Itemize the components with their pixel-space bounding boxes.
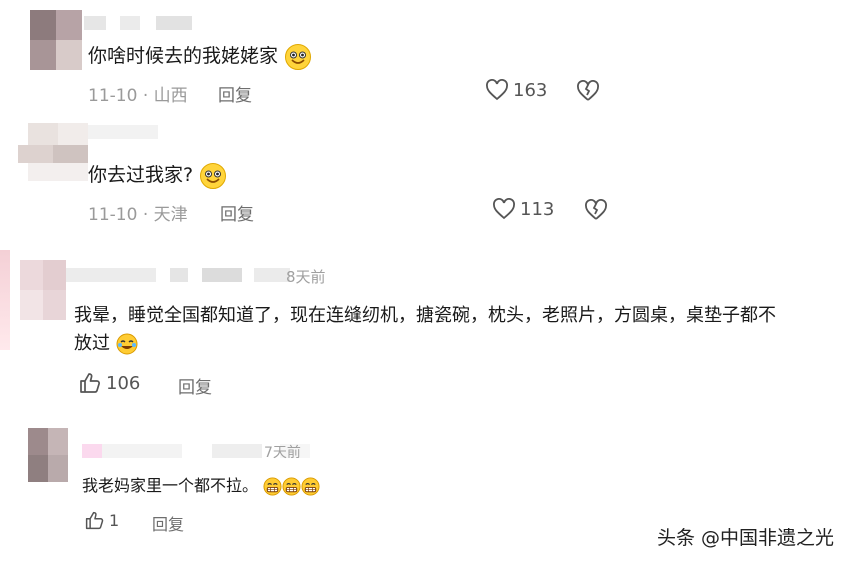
comment-text-line-1: 我晕，睡觉全国都知道了，现在连缝纫机，搪瓷碗，枕头，老照片，方圆桌，桌垫子都不 <box>74 305 776 326</box>
heart-icon <box>493 198 515 220</box>
watermark: 头条 @中国非遗之光 <box>656 527 834 549</box>
comment-1: 你啥时候去的我姥姥家 11-10 · 山西 回复 163 <box>0 0 848 115</box>
comment-text: 你去过我家? <box>88 161 227 190</box>
reply-button[interactable]: 回复 <box>178 373 212 398</box>
like-button[interactable]: 1 <box>84 510 119 531</box>
grin-emoji-icon <box>301 477 320 496</box>
like-count: 113 <box>520 198 555 220</box>
smile-emoji-icon <box>285 43 312 70</box>
like-button[interactable]: 106 <box>78 371 140 395</box>
comment-3: 8天前 我晕，睡觉全国都知道了，现在连缝纫机，搪瓷碗，枕头，老照片，方圆桌，桌垫… <box>0 250 848 420</box>
grin-emoji-icon <box>263 477 282 496</box>
comment-time: 7天前 <box>264 445 301 461</box>
avatar[interactable] <box>28 428 68 482</box>
username-blurred[interactable] <box>88 125 158 139</box>
like-count: 106 <box>106 372 141 394</box>
comment-2: 你去过我家? 11-10 · 天津 回复 113 <box>0 115 848 235</box>
thumbs-up-icon <box>85 511 104 530</box>
reply-button[interactable]: 回复 <box>218 81 252 106</box>
comment-text-line-2: 放过 <box>74 330 138 358</box>
username-blurred[interactable] <box>84 16 192 30</box>
broken-heart-icon[interactable] <box>584 199 608 221</box>
reply-button[interactable]: 回复 <box>220 200 254 225</box>
avatar[interactable] <box>20 260 66 320</box>
like-count: 1 <box>109 511 120 530</box>
username-blurred[interactable] <box>66 268 290 282</box>
comment-text: 你啥时候去的我姥姥家 <box>88 42 312 71</box>
heart-icon <box>486 79 508 101</box>
like-button[interactable]: 113 <box>492 198 554 220</box>
like-button[interactable]: 163 <box>485 79 547 101</box>
like-count: 163 <box>513 79 548 101</box>
grin-emoji-icon <box>282 477 301 496</box>
thumbs-up-icon <box>80 373 100 393</box>
comment-text: 我老妈家里一个都不拉。 <box>82 472 320 500</box>
laugh-cry-emoji-icon <box>116 333 138 355</box>
comment-meta: 11-10 · 山西 <box>88 86 188 106</box>
comment-meta: 11-10 · 天津 <box>88 205 188 225</box>
smile-emoji-icon <box>200 162 227 189</box>
reply-button[interactable]: 回复 <box>152 511 184 535</box>
broken-heart-icon[interactable] <box>576 80 600 102</box>
comment-time: 8天前 <box>286 268 326 286</box>
avatar[interactable] <box>30 10 82 70</box>
avatar[interactable] <box>18 123 88 181</box>
